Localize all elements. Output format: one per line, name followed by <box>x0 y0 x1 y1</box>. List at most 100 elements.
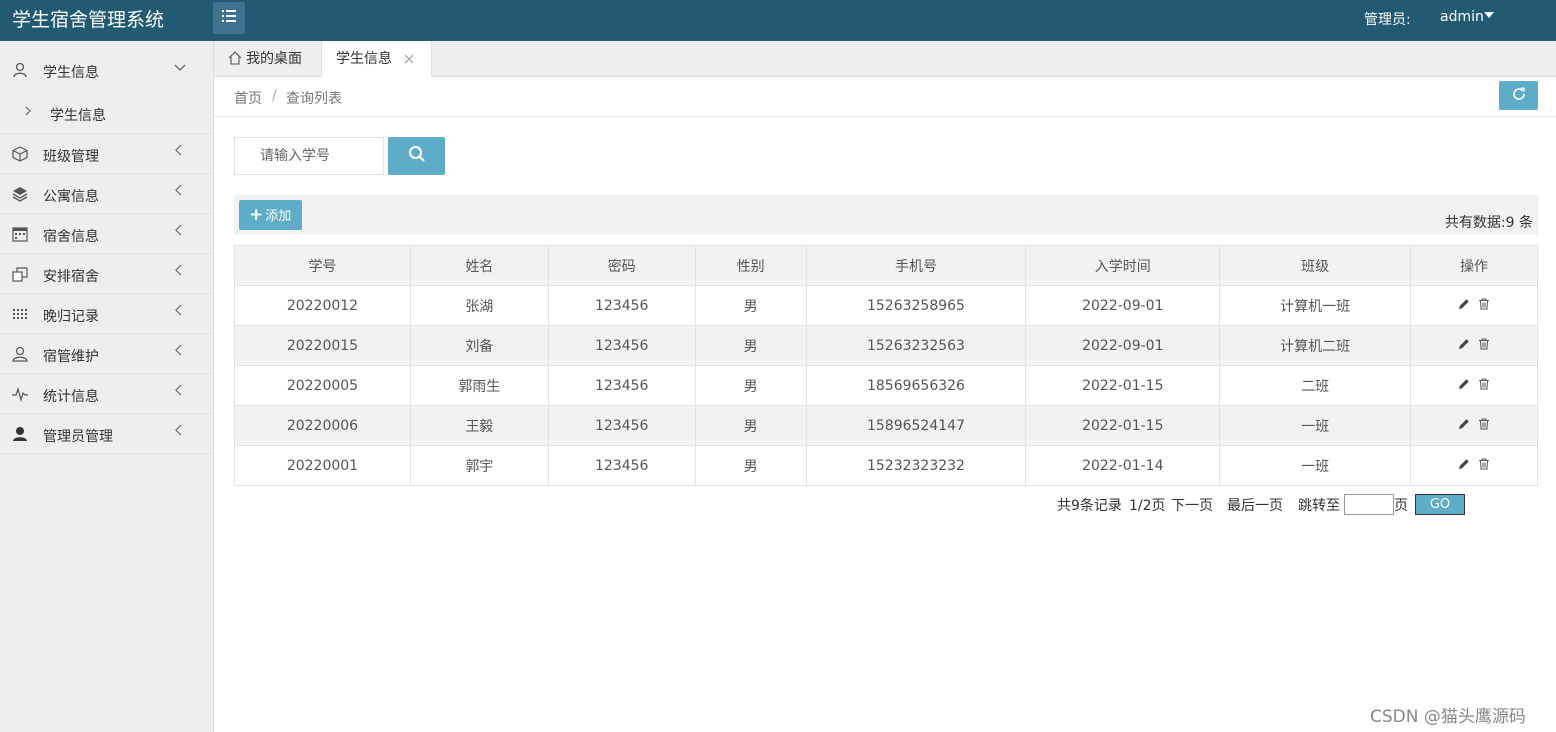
delete-trash-icon[interactable] <box>1478 458 1490 474</box>
sidebar-item-label: 宿管维护 <box>43 349 99 365</box>
table-cell: 123456 <box>547 325 696 366</box>
table-row: 20220001 郭宇 123456 男 15232323232 2022-01-14 一班 <box>234 445 1538 486</box>
column-header: 操作 <box>1410 245 1538 286</box>
breadcrumb: 首页 / 查询列表 <box>214 77 1556 117</box>
go-button[interactable]: GO <box>1415 494 1465 515</box>
table-cell: 123456 <box>547 285 696 326</box>
table-cell: 2022-01-15 <box>1025 405 1221 446</box>
table-cell: 20220015 <box>234 325 411 366</box>
jump-to-label: 跳转至 <box>1298 498 1340 514</box>
edit-pencil-icon[interactable] <box>1458 458 1470 474</box>
chevron-left-icon <box>174 144 182 160</box>
calendar-icon <box>12 226 30 242</box>
user-icon <box>12 62 30 78</box>
sidebar-subitem-student-info[interactable]: 学生信息 <box>0 93 213 134</box>
column-header: 班级 <box>1219 245 1412 286</box>
chevron-left-icon <box>174 224 182 240</box>
total-count: 共有数据:9 条 <box>1444 215 1533 231</box>
chevron-left-icon <box>174 344 182 360</box>
chevron-down-icon <box>174 60 186 76</box>
column-header: 入学时间 <box>1025 245 1221 286</box>
table-row: 20220012 张湖 123456 男 15263258965 2022-09-01 计算… <box>234 285 1538 326</box>
table-cell: 男 <box>694 365 807 406</box>
table-cell: 18569656326 <box>805 365 1027 406</box>
chevron-left-icon <box>174 264 182 280</box>
table-cell: 刘备 <box>409 325 549 366</box>
table-row: 20220006 王毅 123456 男 15896524147 2022-01-15 一班 <box>234 405 1538 446</box>
table-header-row: 学号 姓名 密码 性别 手机号 入学时间 班级 操作 <box>234 245 1538 286</box>
sidebar-item-label: 宿舍信息 <box>43 229 99 245</box>
page-unit-label: 页 <box>1394 498 1408 514</box>
admin-user-menu[interactable]: admin <box>1440 9 1484 25</box>
table-cell: 王毅 <box>409 405 549 446</box>
table-cell: 男 <box>694 325 807 366</box>
menu-toggle-button[interactable] <box>213 2 245 34</box>
chevron-left-icon <box>174 184 182 200</box>
delete-trash-icon[interactable] <box>1478 418 1490 434</box>
caret-down-icon[interactable] <box>1484 12 1494 18</box>
edit-pencil-icon[interactable] <box>1458 378 1470 394</box>
sidebar-item-dorm-info[interactable]: 宿舍信息 <box>0 214 213 254</box>
search-button[interactable] <box>388 137 445 175</box>
sidebar-item-label: 晚归记录 <box>43 309 99 325</box>
sidebar-item-statistics[interactable]: 统计信息 <box>0 374 213 414</box>
student-id-search-input[interactable] <box>234 137 384 175</box>
row-actions <box>1410 285 1538 326</box>
chevron-left-icon <box>174 304 182 320</box>
refresh-icon <box>1511 86 1527 106</box>
sidebar-item-dorm-manager[interactable]: 宿管维护 <box>0 334 213 374</box>
sidebar-subitem-label: 学生信息 <box>50 108 106 124</box>
user-solid-icon <box>12 426 30 442</box>
sidebar-item-label: 学生信息 <box>43 65 99 81</box>
sidebar-item-arrange-dorm[interactable]: 安排宿舍 <box>0 254 213 294</box>
table-cell: 20220005 <box>234 365 411 406</box>
last-page-link[interactable]: 最后一页 <box>1227 495 1283 515</box>
row-actions <box>1410 325 1538 366</box>
table-cell: 15263232563 <box>805 325 1027 366</box>
refresh-button[interactable] <box>1499 81 1538 110</box>
edit-pencil-icon[interactable] <box>1458 418 1470 434</box>
add-button[interactable]: + 添加 <box>239 200 302 230</box>
row-actions <box>1410 405 1538 446</box>
table-row: 20220005 郭雨生 123456 男 18569656326 2022-01-15 二… <box>234 365 1538 406</box>
sidebar-item-apartment-info[interactable]: 公寓信息 <box>0 174 213 214</box>
delete-trash-icon[interactable] <box>1478 378 1490 394</box>
edit-pencil-icon[interactable] <box>1458 338 1470 354</box>
tab-student-info[interactable]: 学生信息 <box>321 41 432 78</box>
sidebar-item-class-management[interactable]: 班级管理 <box>0 134 213 174</box>
cube-icon <box>12 146 30 162</box>
sidebar-item-admin-management[interactable]: 管理员管理 <box>0 414 213 454</box>
table-row: 20220015 刘备 123456 男 15263232563 2022-09-01 计算… <box>234 325 1538 366</box>
tab-my-desktop[interactable]: 我的桌面 <box>214 41 321 77</box>
breadcrumb-home[interactable]: 首页 <box>234 88 262 108</box>
add-button-label: 添加 <box>265 209 292 224</box>
breadcrumb-current: 查询列表 <box>286 91 342 107</box>
column-header: 性别 <box>694 245 807 286</box>
close-icon[interactable] <box>404 41 414 77</box>
sidebar-item-late-return[interactable]: 晚归记录 <box>0 294 213 334</box>
watermark: CSDN @猫头鹰源码 <box>1370 707 1526 727</box>
table-cell: 男 <box>694 445 807 486</box>
sidebar-item-label: 管理员管理 <box>43 429 113 445</box>
sidebar-item-label: 安排宿舍 <box>43 269 99 285</box>
chevron-left-icon <box>174 424 182 440</box>
admin-label: 管理员: <box>1364 12 1411 28</box>
top-header: 学生宿舍管理系统 管理员: admin <box>0 0 1556 41</box>
breadcrumb-separator: / <box>272 88 277 104</box>
delete-trash-icon[interactable] <box>1478 338 1490 354</box>
delete-trash-icon[interactable] <box>1478 298 1490 314</box>
home-icon <box>228 43 242 79</box>
table-cell: 123456 <box>547 445 696 486</box>
table-cell: 2022-01-14 <box>1025 445 1221 486</box>
search-icon <box>408 145 426 167</box>
table-cell: 男 <box>694 405 807 446</box>
column-header: 密码 <box>547 245 696 286</box>
table-cell: 一班 <box>1219 445 1412 486</box>
chevron-left-icon <box>174 384 182 400</box>
edit-pencil-icon[interactable] <box>1458 298 1470 314</box>
next-page-link[interactable]: 下一页 <box>1171 495 1213 515</box>
plus-icon: + <box>249 205 264 225</box>
jump-page-input[interactable] <box>1344 494 1394 515</box>
sidebar-item-student-info[interactable]: 学生信息 <box>0 50 213 93</box>
menu-icon <box>222 10 236 26</box>
